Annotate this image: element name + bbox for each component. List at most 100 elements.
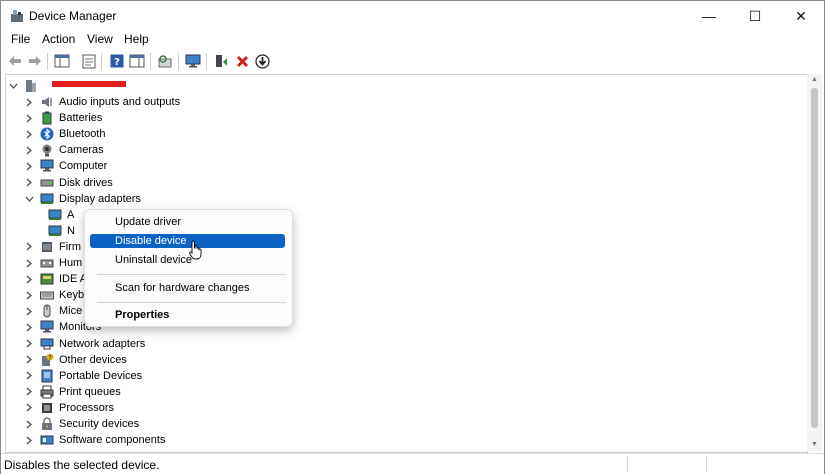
chevron-right-icon[interactable] bbox=[23, 142, 35, 158]
printer-icon bbox=[39, 384, 55, 400]
battery-icon bbox=[39, 110, 55, 126]
tree-child-item[interactable]: N bbox=[43, 223, 75, 239]
menu-item-uninstall-device[interactable]: Uninstall device bbox=[90, 253, 285, 267]
toolbar-separator bbox=[178, 53, 179, 70]
chevron-right-icon[interactable] bbox=[23, 352, 35, 368]
show-hide-console-tree-icon[interactable] bbox=[54, 53, 70, 69]
menu-item-disable-device[interactable]: Disable device bbox=[90, 234, 285, 248]
chevron-down-icon[interactable] bbox=[7, 78, 19, 94]
keyboard-icon bbox=[39, 287, 55, 303]
chevron-right-icon[interactable] bbox=[23, 432, 35, 448]
scan-hardware-icon[interactable] bbox=[157, 53, 173, 69]
menu-item-label: Update driver bbox=[115, 216, 182, 228]
camera-icon bbox=[39, 142, 55, 158]
tree-category-item[interactable]: Firm bbox=[23, 239, 81, 255]
chevron-right-icon[interactable] bbox=[23, 336, 35, 352]
tree-item-label: Mice bbox=[59, 305, 83, 318]
tree-category-item[interactable]: Network adapters bbox=[23, 336, 145, 352]
uninstall-device-icon[interactable] bbox=[234, 53, 250, 69]
chevron-right-icon[interactable] bbox=[23, 303, 35, 319]
properties-icon[interactable] bbox=[81, 53, 97, 69]
tree-category-item[interactable]: Processors bbox=[23, 400, 114, 416]
menu-view[interactable]: View bbox=[87, 32, 113, 46]
network-adapter-icon bbox=[39, 336, 55, 352]
tree-item-label: Display adapters bbox=[59, 192, 141, 205]
tree-item-label: Cameras bbox=[59, 144, 104, 157]
tree-category-item[interactable]: Software components bbox=[23, 432, 165, 448]
menu-separator bbox=[97, 274, 286, 275]
menu-item-scan-hardware[interactable]: Scan for hardware changes bbox=[90, 281, 285, 295]
tree-category-item[interactable]: Print queues bbox=[23, 384, 121, 400]
close-icon: ✕ bbox=[795, 7, 807, 24]
tree-category-item[interactable]: Mice bbox=[23, 303, 82, 319]
tree-category-item[interactable]: Audio inputs and outputs bbox=[23, 94, 180, 110]
minimize-icon: — bbox=[702, 8, 716, 24]
scroll-down-icon[interactable]: ▼ bbox=[807, 439, 822, 451]
chevron-right-icon[interactable] bbox=[23, 175, 35, 191]
chevron-right-icon[interactable] bbox=[23, 416, 35, 432]
monitor-icon[interactable] bbox=[185, 53, 201, 69]
tree-category-item[interactable]: Portable Devices bbox=[23, 368, 142, 384]
hand-cursor-icon bbox=[189, 240, 202, 260]
menu-item-update-driver[interactable]: Update driver bbox=[90, 215, 285, 229]
help-icon[interactable]: ? bbox=[109, 53, 125, 69]
menu-item-label: Scan for hardware changes bbox=[115, 282, 250, 294]
redacted-computer-name bbox=[52, 81, 126, 87]
tree-category-item[interactable]: Bluetooth bbox=[23, 126, 105, 142]
menu-item-properties[interactable]: Properties bbox=[90, 308, 285, 322]
tree-item-label: IDE A bbox=[59, 273, 88, 286]
tree-item-label: Keyb bbox=[59, 289, 85, 302]
bluetooth-icon bbox=[39, 126, 55, 142]
tree-item-label: Firm bbox=[59, 240, 81, 253]
scroll-thumb[interactable] bbox=[811, 88, 818, 428]
chevron-right-icon[interactable] bbox=[23, 287, 35, 303]
back-icon[interactable] bbox=[7, 53, 23, 69]
chevron-right-icon[interactable] bbox=[23, 255, 35, 271]
software-component-icon bbox=[39, 432, 55, 448]
enable-device-icon[interactable] bbox=[254, 53, 270, 69]
menu-file[interactable]: File bbox=[11, 32, 30, 46]
computer-icon bbox=[23, 78, 39, 94]
vertical-scrollbar[interactable]: ▲ ▼ bbox=[807, 74, 822, 451]
tree-category-item[interactable]: Hum bbox=[23, 255, 82, 271]
forward-icon[interactable] bbox=[27, 53, 43, 69]
chevron-right-icon[interactable] bbox=[23, 239, 35, 255]
context-menu: Update driver Disable device Uninstall d… bbox=[84, 209, 293, 327]
tree-category-item[interactable]: Cameras bbox=[23, 142, 104, 158]
chevron-right-icon[interactable] bbox=[23, 271, 35, 287]
chevron-right-icon[interactable] bbox=[23, 94, 35, 110]
display-adapter-icon bbox=[39, 191, 55, 207]
chevron-right-icon[interactable] bbox=[23, 384, 35, 400]
chevron-right-icon[interactable] bbox=[23, 110, 35, 126]
tree-category-item[interactable]: Computer bbox=[23, 158, 107, 174]
hid-icon bbox=[39, 255, 55, 271]
scroll-up-icon[interactable]: ▲ bbox=[807, 74, 822, 86]
chevron-down-icon[interactable] bbox=[23, 191, 35, 207]
maximize-button[interactable]: ☐ bbox=[732, 1, 778, 31]
chevron-right-icon[interactable] bbox=[23, 158, 35, 174]
update-driver-icon[interactable] bbox=[213, 53, 229, 69]
tree-category-item[interactable]: Security devices bbox=[23, 416, 139, 432]
tree-category-item[interactable]: Disk drives bbox=[23, 175, 113, 191]
chevron-right-icon[interactable] bbox=[23, 319, 35, 335]
tree-child-item[interactable]: A bbox=[43, 207, 74, 223]
menu-action[interactable]: Action bbox=[42, 32, 75, 46]
toolbar-separator bbox=[101, 53, 102, 70]
tree-category-item[interactable]: Keyb bbox=[23, 287, 84, 303]
chevron-right-icon[interactable] bbox=[23, 368, 35, 384]
security-device-icon bbox=[39, 416, 55, 432]
chevron-right-icon[interactable] bbox=[23, 400, 35, 416]
tree-category-item[interactable]: Batteries bbox=[23, 110, 102, 126]
chevron-right-icon[interactable] bbox=[23, 126, 35, 142]
tree-category-item[interactable]: Display adapters bbox=[23, 191, 141, 207]
tree-item-label: Security devices bbox=[59, 418, 140, 430]
close-button[interactable]: ✕ bbox=[778, 1, 824, 31]
show-action-pane-icon[interactable] bbox=[129, 53, 145, 69]
tree-root[interactable] bbox=[7, 78, 43, 94]
toolbar-separator bbox=[150, 53, 151, 70]
speaker-icon bbox=[39, 94, 55, 110]
menu-help[interactable]: Help bbox=[124, 32, 149, 46]
tree-category-item[interactable]: IDE A bbox=[23, 271, 87, 287]
tree-category-item[interactable]: ? Other devices bbox=[23, 352, 127, 368]
minimize-button[interactable]: — bbox=[686, 1, 732, 31]
